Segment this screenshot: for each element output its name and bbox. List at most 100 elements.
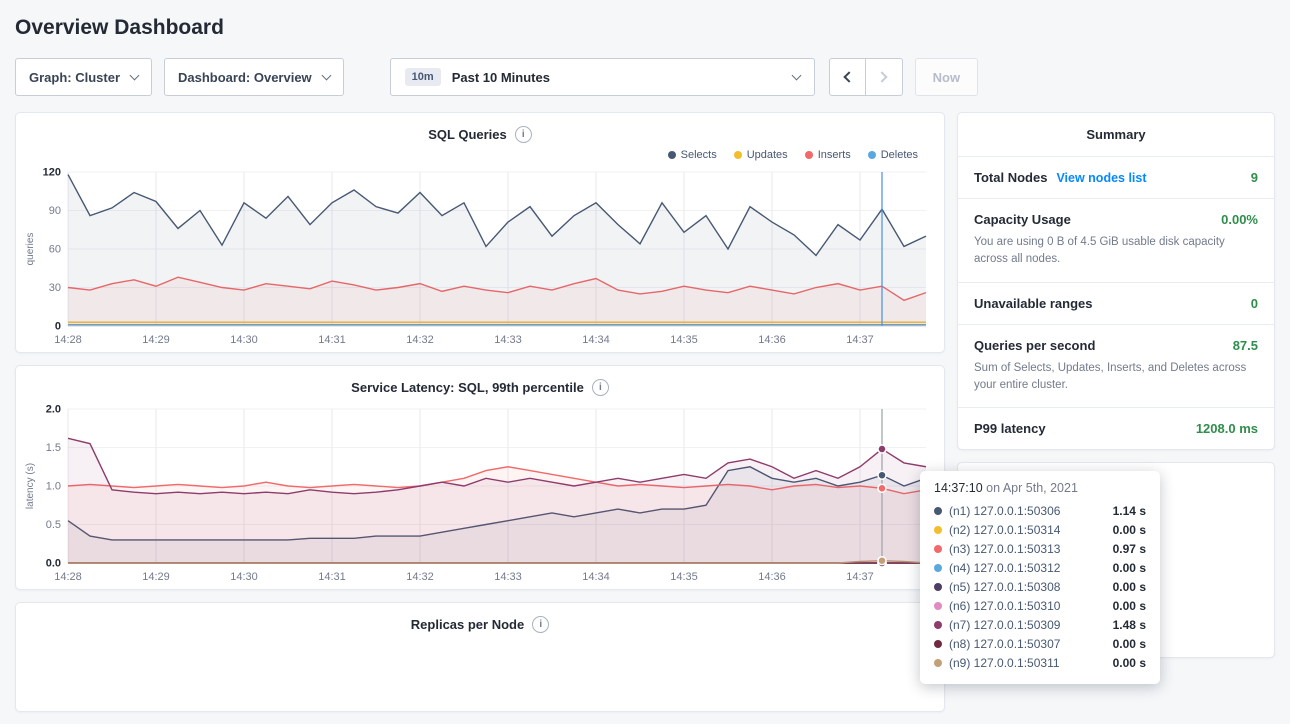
series-dot-icon <box>934 507 942 515</box>
svg-text:14:33: 14:33 <box>494 334 522 346</box>
tooltip-node-value: 1.48 s <box>1113 618 1146 632</box>
svg-text:14:29: 14:29 <box>142 571 170 583</box>
summary-row: Queries per second 87.5 Sum of Selects, Up… <box>958 325 1274 409</box>
tooltip-row: (n9) 127.0.0.1:503110.00 s <box>934 653 1146 672</box>
summary-row: Total Nodes View nodes list 9 <box>958 157 1274 199</box>
tooltip-row: (n4) 127.0.0.1:503120.00 s <box>934 558 1146 577</box>
summary-label-group: Queries per second <box>974 338 1095 353</box>
tooltip-row: (n2) 127.0.0.1:503140.00 s <box>934 520 1146 539</box>
svg-text:0.0: 0.0 <box>46 558 61 570</box>
service-latency-chart[interactable]: 0.00.51.01.52.014:2814:2914:3014:3114:32… <box>22 399 938 585</box>
svg-text:queries: queries <box>25 233 36 266</box>
summary-label-group: P99 latency <box>974 421 1046 436</box>
svg-text:latency (s): latency (s) <box>25 463 36 509</box>
svg-text:14:36: 14:36 <box>758 571 786 583</box>
info-icon[interactable]: i <box>515 126 532 143</box>
chevron-down-icon <box>791 70 801 80</box>
chart-title: Service Latency: SQL, 99th percentile <box>351 380 584 395</box>
summary-value: 0 <box>1251 296 1258 311</box>
tooltip-rows: (n1) 127.0.0.1:503061.14 s(n2) 127.0.0.1… <box>934 501 1146 672</box>
summary-card: Summary Total NodesView nodes list9Capac… <box>957 112 1275 450</box>
time-range-badge: 10m <box>405 68 441 86</box>
sql-queries-card: SQL Queries i Selects Updates Inserts Delet… <box>15 112 945 353</box>
overview-dashboard-page: Overview Dashboard Graph: Cluster Dashbo… <box>0 0 1290 724</box>
tooltip-row: (n8) 127.0.0.1:503070.00 s <box>934 634 1146 653</box>
svg-text:14:35: 14:35 <box>670 334 698 346</box>
summary-label-group: Capacity Usage <box>974 212 1071 227</box>
tooltip-node-value: 0.00 s <box>1113 599 1146 613</box>
summary-description: Sum of Selects, Updates, Inserts, and De… <box>974 360 1258 395</box>
tooltip-node-name: (n4) 127.0.0.1:50312 <box>949 561 1106 575</box>
legend-item[interactable]: Updates <box>734 148 788 162</box>
svg-text:14:32: 14:32 <box>406 334 434 346</box>
series-dot-icon <box>934 659 942 667</box>
charts-column: SQL Queries i Selects Updates Inserts Delet… <box>15 112 945 712</box>
summary-value: 9 <box>1251 170 1258 185</box>
summary-label: Capacity Usage <box>974 212 1071 227</box>
replicas-card-header: Replicas per Node i <box>16 603 944 636</box>
svg-text:14:28: 14:28 <box>54 334 82 346</box>
summary-value: 87.5 <box>1233 338 1258 353</box>
summary-row: Capacity Usage 0.00% You are using 0 B of … <box>958 199 1274 283</box>
info-icon[interactable]: i <box>592 379 609 396</box>
view-nodes-link[interactable]: View nodes list <box>1056 171 1146 185</box>
summary-row-top: P99 latency 1208.0 ms <box>974 421 1258 436</box>
series-dot-icon <box>934 602 942 610</box>
summary-label: Total Nodes <box>974 170 1047 185</box>
chevron-down-icon <box>130 70 140 80</box>
tooltip-node-value: 0.00 s <box>1113 656 1146 670</box>
service-latency-card-header: Service Latency: SQL, 99th percentile i <box>16 366 944 399</box>
sql-queries-chart[interactable]: 030609012014:2814:2914:3014:3114:3214:33… <box>22 162 938 348</box>
legend-item[interactable]: Inserts <box>805 148 851 162</box>
tooltip-date: on Apr 5th, 2021 <box>986 481 1078 495</box>
time-range-picker[interactable]: 10m Past 10 Minutes <box>390 58 815 96</box>
chevron-down-icon <box>321 70 331 80</box>
chart-legend: Selects Updates Inserts Deletes <box>16 146 944 162</box>
tooltip-time: 14:37:10 <box>934 481 983 495</box>
summary-label: P99 latency <box>974 421 1046 436</box>
svg-text:14:37: 14:37 <box>846 334 874 346</box>
svg-text:14:32: 14:32 <box>406 571 434 583</box>
legend-dot-icon <box>805 151 813 159</box>
now-button[interactable]: Now <box>915 58 978 96</box>
tooltip-header: 14:37:10 on Apr 5th, 2021 <box>934 481 1146 495</box>
dashboard-selector-dropdown[interactable]: Dashboard: Overview <box>164 58 344 96</box>
dashboard-selector-label: Dashboard: Overview <box>178 70 312 85</box>
tooltip-node-name: (n1) 127.0.0.1:50306 <box>949 504 1106 518</box>
chart-title: SQL Queries <box>428 127 507 142</box>
tooltip-node-name: (n5) 127.0.0.1:50308 <box>949 580 1106 594</box>
time-next-button[interactable] <box>866 58 903 96</box>
page-title: Overview Dashboard <box>15 16 1275 40</box>
graph-selector-dropdown[interactable]: Graph: Cluster <box>15 58 152 96</box>
time-prev-button[interactable] <box>829 58 866 96</box>
legend-label: Updates <box>747 149 788 161</box>
series-dot-icon <box>934 621 942 629</box>
tooltip-row: (n3) 127.0.0.1:503130.97 s <box>934 539 1146 558</box>
summary-description: You are using 0 B of 4.5 GiB usable disk… <box>974 234 1258 269</box>
sql-queries-card-header: SQL Queries i <box>16 113 944 146</box>
svg-text:30: 30 <box>49 282 61 294</box>
svg-text:14:37: 14:37 <box>846 571 874 583</box>
chart-hover-tooltip: 14:37:10 on Apr 5th, 2021 (n1) 127.0.0.1… <box>920 471 1160 684</box>
svg-text:1.0: 1.0 <box>46 481 61 493</box>
summary-value: 1208.0 ms <box>1196 421 1258 436</box>
svg-text:14:35: 14:35 <box>670 571 698 583</box>
svg-text:14:31: 14:31 <box>318 334 346 346</box>
svg-text:14:36: 14:36 <box>758 334 786 346</box>
legend-item[interactable]: Deletes <box>868 148 918 162</box>
legend-dot-icon <box>868 151 876 159</box>
legend-item[interactable]: Selects <box>668 148 717 162</box>
time-nav-buttons <box>829 58 903 96</box>
summary-row-top: Capacity Usage 0.00% <box>974 212 1258 227</box>
tooltip-row: (n6) 127.0.0.1:503100.00 s <box>934 596 1146 615</box>
legend-dot-icon <box>734 151 742 159</box>
legend-dot-icon <box>668 151 676 159</box>
summary-row-top: Queries per second 87.5 <box>974 338 1258 353</box>
legend-label: Inserts <box>818 149 851 161</box>
summary-row-top: Total Nodes View nodes list 9 <box>974 170 1258 185</box>
tooltip-row: (n5) 127.0.0.1:503080.00 s <box>934 577 1146 596</box>
tooltip-row: (n7) 127.0.0.1:50309 1.48 s <box>934 615 1146 634</box>
tooltip-node-name: (n7) 127.0.0.1:50309 <box>949 618 1106 632</box>
info-icon[interactable]: i <box>532 616 549 633</box>
summary-value: 0.00% <box>1221 212 1258 227</box>
